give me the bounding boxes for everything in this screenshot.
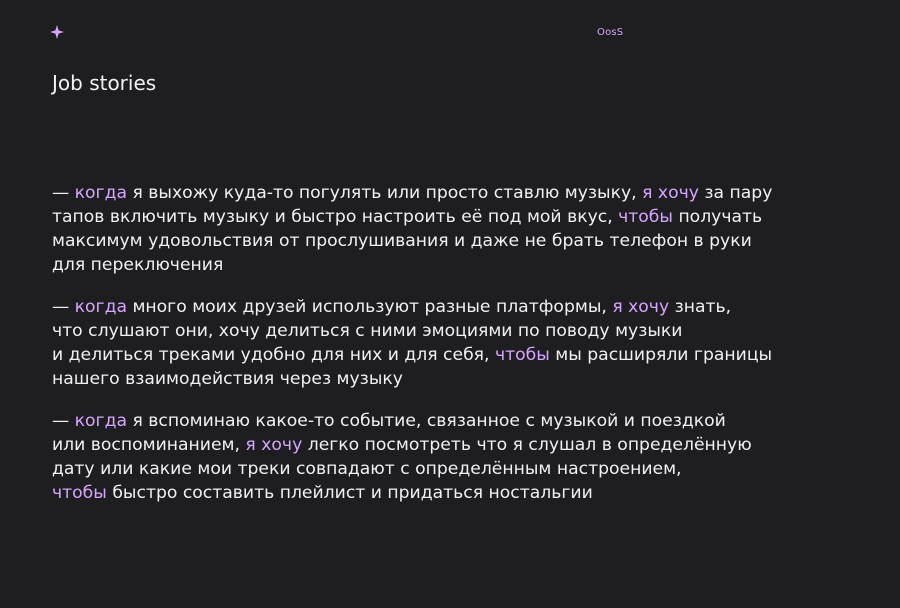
story-keyword: я хочу [245,435,303,455]
story-text: или воспоминанием, [52,435,246,455]
story-text: тапов включить музыку и быстро настроить… [52,207,619,227]
story-text: знать, [669,297,732,317]
story-line: для переключения [52,253,852,277]
story-keyword: когда [74,183,127,203]
story-line: тапов включить музыку и быстро настроить… [52,205,852,229]
story-text: дату или какие мои треки совпадают с опр… [52,459,682,479]
story-text: — [52,411,75,431]
story-text: я вспоминаю какое-то событие, связанное … [127,411,726,431]
four-point-star-icon [50,25,64,39]
job-stories-list: — когда я выхожу куда-то погулять или пр… [52,181,852,523]
story-text: легко посмотреть что я слушал в определё… [302,435,752,455]
story-line: или воспоминанием, я хочу легко посмотре… [52,433,852,457]
story-line: — когда много моих друзей используют раз… [52,295,852,319]
story-keyword: чтобы [494,345,550,365]
page-title: Job stories [52,71,157,95]
job-story: — когда много моих друзей используют раз… [52,295,852,391]
story-keyword: я хочу [642,183,699,203]
story-line: дату или какие мои треки совпадают с опр… [52,457,852,481]
story-text: что слушают они, хочу делиться с ними эм… [52,321,683,341]
story-line: нашего взаимодействия через музыку [52,367,852,391]
story-keyword: я хочу [612,297,670,317]
story-text: получать [672,207,763,227]
story-text: я выхожу куда-то погулять или просто ста… [127,183,643,203]
story-line: что слушают они, хочу делиться с ними эм… [52,319,852,343]
job-story: — когда я вспоминаю какое-то событие, св… [52,409,852,505]
story-text: мы расширяли границы [549,345,773,365]
story-text: быстро составить плейлист и придаться но… [106,483,593,503]
story-text: — [52,297,75,317]
story-keyword: чтобы [52,483,107,503]
story-keyword: чтобы [618,207,673,227]
story-text: нашего взаимодействия через музыку [52,369,403,389]
story-text: максимум удовольствия от прослушивания и… [52,231,752,251]
story-line: — когда я выхожу куда-то погулять или пр… [52,181,852,205]
brand-logo [50,25,64,39]
story-keyword: когда [74,411,127,431]
story-text: для переключения [52,255,224,275]
story-line: — когда я вспоминаю какое-то событие, св… [52,409,852,433]
story-text: много моих друзей используют разные плат… [127,297,613,317]
story-line: чтобы быстро составить плейлист и придат… [52,481,852,505]
story-keyword: когда [74,297,127,317]
story-text: за пару [698,183,773,203]
story-text: — [52,183,75,203]
job-story: — когда я выхожу куда-то погулять или пр… [52,181,852,277]
story-line: и делиться треками удобно для них и для … [52,343,852,367]
story-line: максимум удовольствия от прослушивания и… [52,229,852,253]
story-text: и делиться треками удобно для них и для … [52,345,495,365]
brand-name: OosS [597,27,624,38]
